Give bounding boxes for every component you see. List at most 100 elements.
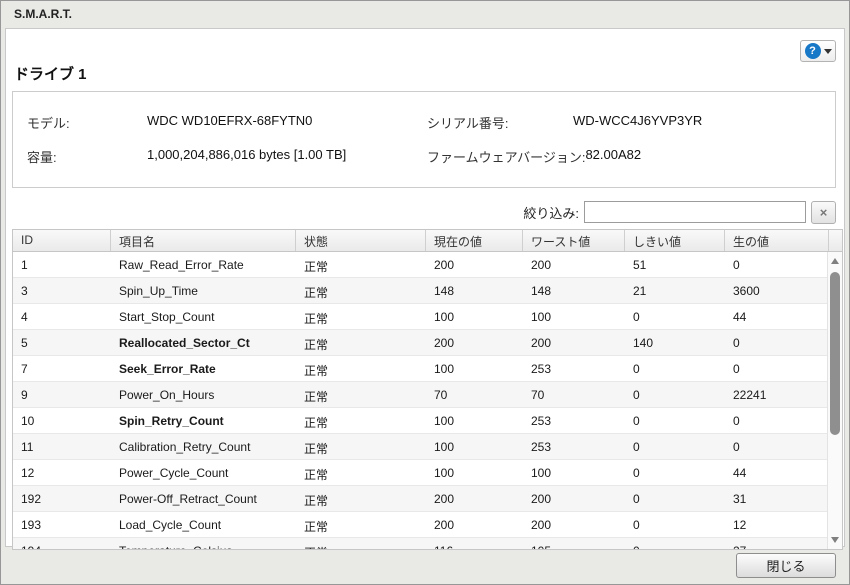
chevron-down-icon [823, 48, 832, 54]
filter-clear-button[interactable]: × [811, 200, 836, 224]
dialog-content-panel: ? ドライブ 1 モデル: WDC WD10EFRX-68FYTN0 シリアル番… [5, 28, 845, 550]
cell-id: 10 [21, 414, 35, 428]
filter-row: 絞り込み: × [523, 200, 836, 224]
scrollbar-thumb[interactable] [830, 272, 840, 435]
cell-raw-value: 0 [733, 440, 740, 454]
drive-title: ドライブ 1 [14, 66, 87, 83]
column-header-threshold[interactable]: しきい値 [625, 230, 725, 251]
cell-threshold-value: 140 [633, 336, 654, 350]
cell-attribute-name: Spin_Up_Time [119, 284, 198, 298]
column-header-id[interactable]: ID [13, 230, 111, 251]
cell-id: 9 [21, 388, 28, 402]
window-title: S.M.A.R.T. [14, 7, 73, 21]
cell-raw-value: 31 [733, 492, 747, 506]
cell-current-value: 100 [434, 440, 455, 454]
column-header-worst[interactable]: ワースト値 [523, 230, 625, 251]
cell-id: 193 [21, 518, 42, 532]
column-header-status[interactable]: 状態 [296, 230, 426, 251]
cell-status: 正常 [304, 260, 329, 274]
table-row[interactable]: 192 Power-Off_Retract_Count 正常 200 200 0 31 [13, 486, 842, 512]
close-button[interactable]: 閉じる [736, 553, 836, 578]
cell-worst-value: 253 [531, 440, 552, 454]
table-row[interactable]: 5 Reallocated_Sector_Ct 正常 200 200 140 0 [13, 330, 842, 356]
filter-label: 絞り込み: [523, 205, 579, 221]
cell-status: 正常 [304, 338, 329, 352]
cell-worst-value: 200 [531, 258, 552, 272]
cell-worst-value: 148 [531, 284, 552, 298]
column-header-name[interactable]: 項目名 [111, 230, 296, 251]
help-button[interactable]: ? [800, 40, 836, 62]
help-icon: ? [804, 43, 821, 59]
cell-raw-value: 22241 [733, 388, 767, 402]
cell-status: 正常 [304, 494, 329, 508]
close-icon: × [819, 204, 828, 220]
cell-status: 正常 [304, 468, 329, 482]
dialog-footer: 閉じる [1, 547, 849, 584]
capacity-value: 1,000,204,886,016 bytes [1.00 TB] [147, 146, 347, 162]
firmware-value: 82.00A82 [585, 146, 642, 162]
scrollbar[interactable] [827, 252, 842, 549]
cell-id: 5 [21, 336, 28, 350]
cell-worst-value: 200 [531, 492, 552, 506]
scroll-down-icon[interactable] [831, 537, 839, 543]
info-row-1: モデル: WDC WD10EFRX-68FYTN0 シリアル番号: WD-WCC… [27, 105, 835, 139]
table-row[interactable]: 7 Seek_Error_Rate 正常 100 253 0 0 [13, 356, 842, 382]
cell-threshold-value: 0 [633, 466, 640, 480]
cell-status: 正常 [304, 312, 329, 326]
column-header-raw[interactable]: 生の値 [725, 230, 829, 251]
drive-info-box: モデル: WDC WD10EFRX-68FYTN0 シリアル番号: WD-WCC… [12, 91, 836, 188]
cell-current-value: 200 [434, 492, 455, 506]
cell-status: 正常 [304, 520, 329, 534]
cell-id: 1 [21, 258, 28, 272]
cell-current-value: 148 [434, 284, 455, 298]
model-value: WDC WD10EFRX-68FYTN0 [147, 112, 313, 128]
table-row[interactable]: 11 Calibration_Retry_Count 正常 100 253 0 0 [13, 434, 842, 460]
cell-current-value: 200 [434, 518, 455, 532]
cell-raw-value: 44 [733, 466, 747, 480]
cell-threshold-value: 0 [633, 414, 640, 428]
cell-threshold-value: 0 [633, 388, 640, 402]
cell-worst-value: 200 [531, 518, 552, 532]
table-row[interactable]: 193 Load_Cycle_Count 正常 200 200 0 12 [13, 512, 842, 538]
cell-worst-value: 200 [531, 336, 552, 350]
cell-worst-value: 100 [531, 310, 552, 324]
cell-threshold-value: 0 [633, 310, 640, 324]
cell-threshold-value: 0 [633, 492, 640, 506]
scroll-up-icon[interactable] [831, 258, 839, 264]
cell-attribute-name: Spin_Retry_Count [119, 414, 224, 428]
table-header: ID 項目名 状態 現在の値 ワースト値 しきい値 生の値 [13, 230, 842, 252]
cell-current-value: 100 [434, 466, 455, 480]
cell-threshold-value: 51 [633, 258, 647, 272]
cell-current-value: 100 [434, 414, 455, 428]
cell-status: 正常 [304, 416, 329, 430]
filter-input[interactable] [584, 201, 806, 223]
cell-attribute-name: Raw_Read_Error_Rate [119, 258, 244, 272]
cell-attribute-name: Seek_Error_Rate [119, 362, 216, 376]
cell-attribute-name: Power-Off_Retract_Count [119, 492, 257, 506]
cell-current-value: 70 [434, 388, 448, 402]
table-row[interactable]: 9 Power_On_Hours 正常 70 70 0 22241 [13, 382, 842, 408]
cell-id: 12 [21, 466, 35, 480]
cell-raw-value: 0 [733, 258, 740, 272]
cell-raw-value: 44 [733, 310, 747, 324]
cell-raw-value: 0 [733, 414, 740, 428]
smart-dialog: S.M.A.R.T. ? ドライブ 1 モデル: WDC WD10EFRX-68… [0, 0, 850, 585]
table-row[interactable]: 4 Start_Stop_Count 正常 100 100 0 44 [13, 304, 842, 330]
table-row[interactable]: 10 Spin_Retry_Count 正常 100 253 0 0 [13, 408, 842, 434]
cell-attribute-name: Load_Cycle_Count [119, 518, 222, 532]
cell-raw-value: 12 [733, 518, 747, 532]
cell-attribute-name: Power_On_Hours [119, 388, 215, 402]
cell-raw-value: 0 [733, 336, 740, 350]
cell-worst-value: 253 [531, 362, 552, 376]
table-body: 1 Raw_Read_Error_Rate 正常 200 200 51 0 3 Spin_Up_… [13, 252, 842, 549]
smart-attribute-table: ID 項目名 状態 現在の値 ワースト値 しきい値 生の値 1 Raw_Read_Error_… [12, 229, 843, 550]
table-row[interactable]: 3 Spin_Up_Time 正常 148 148 21 3600 [13, 278, 842, 304]
firmware-label: ファームウェアバージョン: [427, 149, 586, 165]
column-header-filler [829, 230, 844, 251]
cell-id: 192 [21, 492, 42, 506]
cell-id: 11 [21, 440, 34, 454]
table-row[interactable]: 1 Raw_Read_Error_Rate 正常 200 200 51 0 [13, 252, 842, 278]
column-header-current[interactable]: 現在の値 [426, 230, 523, 251]
table-row[interactable]: 12 Power_Cycle_Count 正常 100 100 0 44 [13, 460, 842, 486]
model-label: モデル: [27, 115, 70, 131]
